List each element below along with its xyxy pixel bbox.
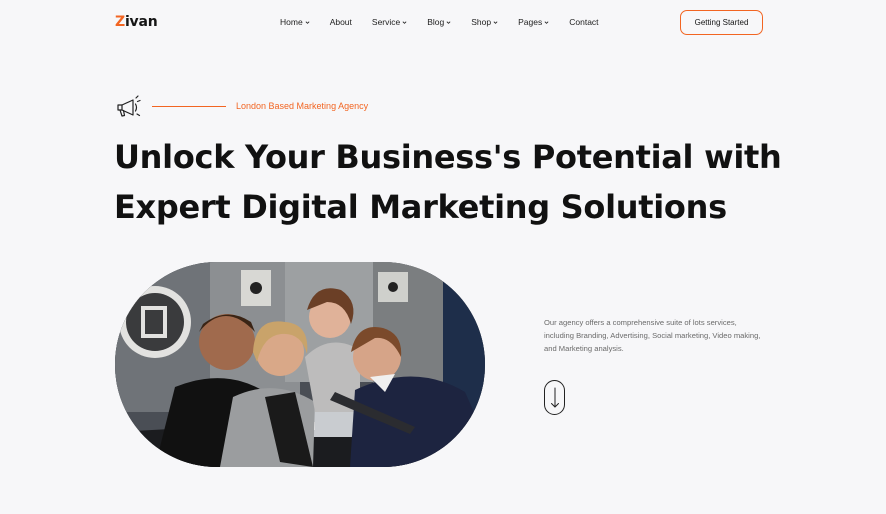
nav-item-service[interactable]: Service — [372, 17, 407, 27]
nav-item-label: Pages — [518, 17, 543, 27]
nav-item-label: Contact — [569, 17, 599, 27]
nav-item-label: Blog — [427, 17, 445, 27]
logo-accent-letter: Z — [115, 14, 125, 30]
chevron-down-icon — [305, 20, 310, 24]
tagline-text: London Based Marketing Agency — [236, 101, 369, 111]
nav-item-label: Shop — [471, 17, 492, 27]
nav-item-blog[interactable]: Blog — [427, 17, 451, 27]
hero-headline: Unlock Your Business's Potential with Ex… — [114, 132, 794, 232]
getting-started-button[interactable]: Getting Started — [680, 10, 763, 35]
nav-item-label: Home — [280, 17, 303, 27]
headline-line-2: Expert Digital Marketing Solutions — [114, 188, 727, 226]
nav-item-pages[interactable]: Pages — [518, 17, 549, 27]
hero-description: Our agency offers a comprehensive suite … — [544, 318, 761, 353]
site-header: Zivan Home About Service Blog Shop Pages… — [0, 0, 886, 46]
logo-text: ivan — [124, 14, 158, 30]
chevron-down-icon — [402, 20, 407, 24]
nav-item-label: About — [329, 17, 352, 27]
scroll-down-button[interactable] — [544, 380, 565, 415]
chevron-down-icon — [544, 20, 549, 24]
nav-item-contact[interactable]: Contact — [569, 17, 598, 27]
chevron-down-icon — [493, 20, 498, 24]
hero-team-photo — [115, 262, 485, 467]
main-menu: Home About Service Blog Shop Pages Conta… — [280, 17, 619, 27]
nav-item-home[interactable]: Home — [280, 17, 310, 27]
megaphone-icon — [117, 95, 141, 117]
team-photo-illustration — [115, 262, 485, 467]
hero-tagline: London Based Marketing Agency — [114, 93, 434, 121]
chevron-down-icon — [446, 20, 451, 24]
nav-item-about[interactable]: About — [330, 17, 352, 27]
headline-line-1: Unlock Your Business's Potential with — [114, 138, 782, 176]
arrow-down-icon — [551, 387, 559, 408]
tagline-divider — [152, 106, 226, 107]
brand-logo[interactable]: Zivan — [115, 14, 158, 30]
nav-item-shop[interactable]: Shop — [471, 17, 498, 27]
nav-item-label: Service — [371, 17, 401, 27]
